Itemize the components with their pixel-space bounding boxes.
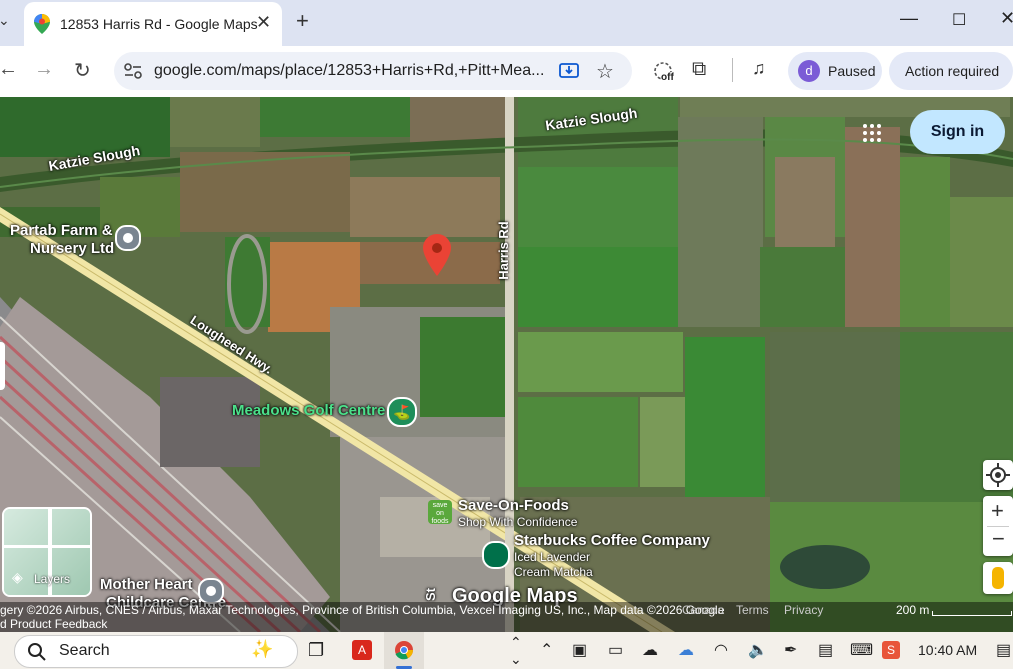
attribution-bar: gery ©2026 Airbus, CNES / Airbus, Maxar …: [0, 602, 1013, 632]
reload-icon[interactable]: ↻: [74, 58, 91, 83]
search-highlight-icon: ✨: [251, 639, 274, 659]
street-label-harris-rd: Harris Rd: [495, 221, 511, 280]
install-app-icon[interactable]: [559, 61, 579, 81]
location-pin-icon[interactable]: [423, 234, 451, 276]
display-icon[interactable]: ▤: [818, 640, 833, 660]
layers-label: Layers: [34, 572, 71, 586]
clock-time[interactable]: 10:40 AM: [918, 642, 977, 658]
zoom-controls: + −: [983, 496, 1013, 556]
scale-bar: [932, 611, 1012, 616]
place-label-meadows-golf[interactable]: Meadows Golf Centre: [232, 402, 385, 419]
product-feedback-link[interactable]: d Product Feedback: [0, 617, 107, 631]
chrome-taskbar-button[interactable]: [384, 632, 424, 669]
forward-icon[interactable]: →: [34, 58, 54, 81]
wifi-icon[interactable]: ◠: [714, 640, 728, 660]
minimize-icon[interactable]: —: [900, 8, 918, 29]
cast-icon[interactable]: off: [652, 60, 674, 83]
extensions-icon[interactable]: ⧉: [692, 58, 706, 81]
tab-close-icon[interactable]: ✕: [256, 12, 271, 33]
onedrive-icon[interactable]: ☁: [642, 640, 658, 660]
toolbar-divider: [732, 58, 733, 82]
media-controls-icon[interactable]: ♫: [752, 58, 766, 79]
back-icon[interactable]: ←: [0, 58, 18, 81]
action-required-button[interactable]: Action required: [889, 52, 1013, 90]
tab-google-maps[interactable]: 12853 Harris Rd - Google Maps ✕: [24, 2, 282, 46]
zoom-out-button[interactable]: −: [992, 526, 1005, 552]
layers-button[interactable]: ◈ Layers: [2, 507, 92, 597]
save-on-foods-logo-icon[interactable]: save on foods: [428, 500, 452, 524]
camera-icon[interactable]: ▣: [572, 640, 587, 660]
notifications-icon[interactable]: ▤: [996, 640, 1011, 660]
tray-up-arrow-icon[interactable]: ⌃: [540, 640, 553, 660]
street-view-pegman[interactable]: [983, 562, 1013, 594]
browser-tab-bar: ⌄ 12853 Harris Rd - Google Maps ✕ + — ☐ …: [0, 0, 1013, 46]
street-label-st: St: [423, 588, 438, 601]
satellite-map[interactable]: Katzie Slough Katzie Slough Harris Rd Lo…: [0, 97, 1013, 632]
site-settings-icon[interactable]: [124, 63, 142, 79]
new-tab-button[interactable]: +: [296, 8, 309, 34]
zoom-in-button[interactable]: +: [991, 498, 1004, 524]
show-hidden-icons[interactable]: ⌃ ⌄: [510, 634, 522, 668]
imagery-attribution: gery ©2026 Airbus, CNES / Airbus, Maxar …: [0, 603, 725, 617]
profile-button[interactable]: d Paused: [788, 52, 882, 90]
profile-status: Paused: [828, 63, 876, 79]
cloud-sync-icon[interactable]: ☁: [678, 640, 694, 660]
layers-icon: ◈: [12, 569, 23, 585]
place-sublabel-save-on-foods: Shop With Confidence: [458, 515, 578, 529]
acrobat-icon[interactable]: A: [352, 640, 372, 660]
app-s-icon[interactable]: S: [882, 641, 900, 659]
side-panel-toggle[interactable]: [0, 342, 5, 390]
maps-favicon-icon: [34, 14, 50, 34]
pen-icon[interactable]: ✒: [784, 640, 797, 660]
battery-icon[interactable]: ▭: [608, 640, 623, 660]
place-label-mother-heart[interactable]: Mother Heart: [100, 576, 193, 593]
pegman-icon: [992, 567, 1004, 589]
volume-icon[interactable]: 🔈: [748, 640, 768, 660]
tab-search-chevron-icon[interactable]: ⌄: [0, 12, 10, 29]
chrome-icon: [395, 641, 414, 660]
place-label-partab-farm[interactable]: Partab Farm &: [10, 222, 113, 239]
windows-taskbar: Search ✨ ❐ A ⌃ ⌄ ⌃ ▣ ▭ ☁ ☁ ◠ 🔈 ✒ ▤ ⌨ S 10…: [0, 632, 1013, 669]
action-required-label: Action required: [905, 63, 1000, 79]
country-link[interactable]: Canada: [682, 603, 724, 617]
sign-in-button[interactable]: Sign in: [910, 110, 1005, 154]
scale-label[interactable]: 200 m: [896, 603, 929, 617]
tab-title: 12853 Harris Rd - Google Maps: [60, 16, 258, 32]
search-icon: [28, 643, 46, 661]
place-marker-icon[interactable]: [198, 578, 224, 604]
maximize-icon[interactable]: ☐: [952, 10, 966, 30]
my-location-button[interactable]: [983, 460, 1013, 490]
privacy-link[interactable]: Privacy: [784, 603, 823, 617]
place-label-partab-farm[interactable]: Nursery Ltd: [30, 240, 114, 257]
place-label-starbucks[interactable]: Starbucks Coffee Company: [514, 532, 710, 549]
terms-link[interactable]: Terms: [736, 603, 769, 617]
google-apps-icon[interactable]: [862, 123, 882, 143]
golf-marker-icon[interactable]: ⛳: [387, 397, 417, 427]
address-bar[interactable]: google.com/maps/place/12853+Harris+Rd,+P…: [114, 52, 632, 90]
address-toolbar: ← → ↻ google.com/maps/place/12853+Harris…: [0, 46, 1013, 97]
taskbar-search-box[interactable]: Search ✨: [14, 635, 298, 668]
taskbar-search-text: Search: [59, 642, 110, 659]
place-label-save-on-foods[interactable]: Save-On-Foods: [458, 497, 569, 514]
starbucks-logo-icon[interactable]: [482, 541, 510, 569]
language-icon[interactable]: ⌨: [850, 640, 873, 660]
url-text: google.com/maps/place/12853+Harris+Rd,+P…: [154, 62, 545, 79]
cast-off-label: off: [661, 72, 674, 83]
task-view-icon[interactable]: ❐: [308, 640, 324, 661]
place-marker-icon[interactable]: [115, 225, 141, 251]
place-sublabel-starbucks: Cream Matcha: [514, 565, 593, 579]
bookmark-star-icon[interactable]: ☆: [596, 59, 614, 84]
my-location-icon: [986, 463, 1010, 487]
window-close-icon[interactable]: ✕: [1000, 8, 1013, 29]
place-sublabel-starbucks: Iced Lavender: [514, 550, 591, 564]
profile-avatar: d: [798, 60, 820, 82]
